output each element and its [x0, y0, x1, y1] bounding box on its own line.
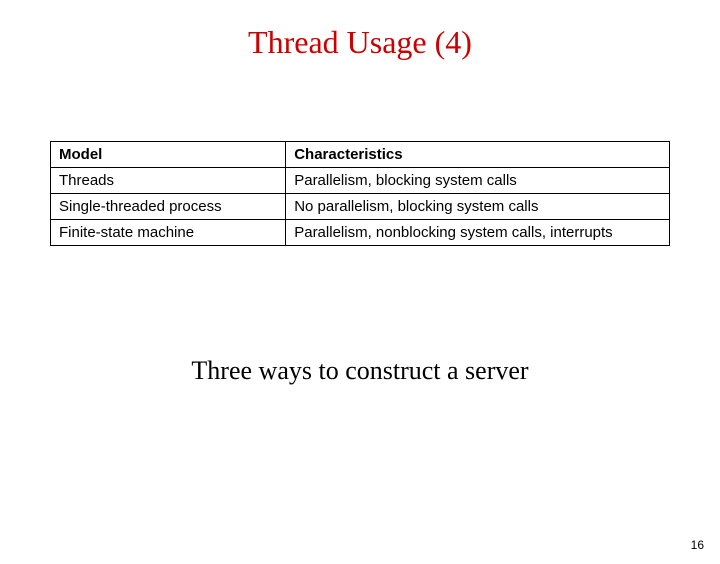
- table-row: Finite-state machine Parallelism, nonblo…: [51, 220, 670, 246]
- header-characteristics: Characteristics: [286, 142, 670, 168]
- header-model: Model: [51, 142, 286, 168]
- page-number: 16: [691, 538, 704, 552]
- cell-characteristics: Parallelism, blocking system calls: [286, 168, 670, 194]
- table-container: Model Characteristics Threads Parallelis…: [50, 141, 670, 246]
- models-table: Model Characteristics Threads Parallelis…: [50, 141, 670, 246]
- slide-title: Thread Usage (4): [0, 24, 720, 61]
- cell-model: Threads: [51, 168, 286, 194]
- cell-model: Finite-state machine: [51, 220, 286, 246]
- table-header-row: Model Characteristics: [51, 142, 670, 168]
- table-row: Single-threaded process No parallelism, …: [51, 194, 670, 220]
- slide-caption: Three ways to construct a server: [0, 356, 720, 386]
- cell-model: Single-threaded process: [51, 194, 286, 220]
- cell-characteristics: No parallelism, blocking system calls: [286, 194, 670, 220]
- table-row: Threads Parallelism, blocking system cal…: [51, 168, 670, 194]
- cell-characteristics: Parallelism, nonblocking system calls, i…: [286, 220, 670, 246]
